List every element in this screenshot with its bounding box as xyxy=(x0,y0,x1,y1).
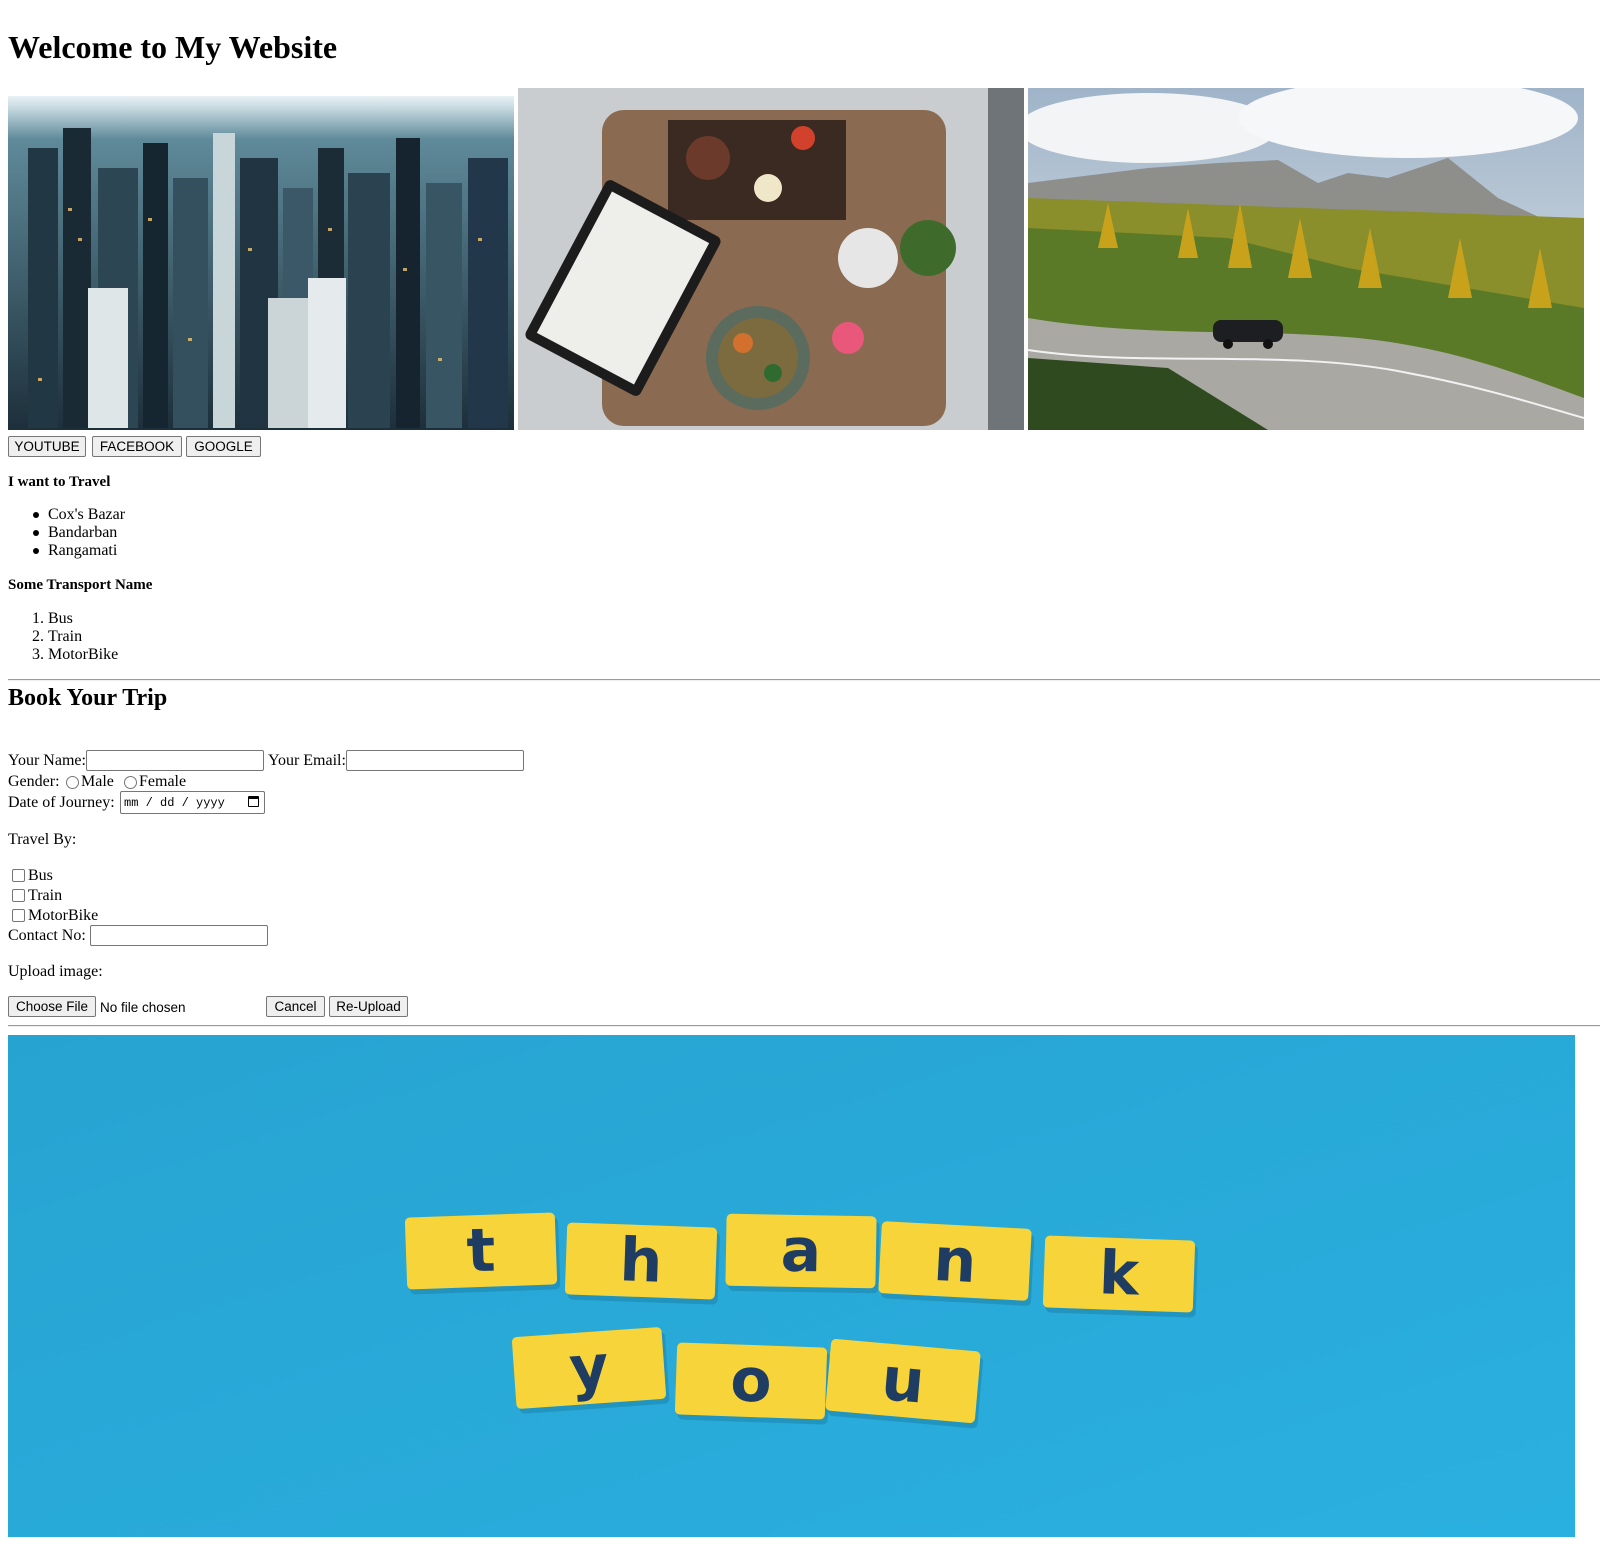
tile-letter: o xyxy=(729,1345,773,1416)
transport-number: 2. xyxy=(32,628,44,645)
travel-bus-checkbox[interactable] xyxy=(12,869,25,882)
letter-tile-1-3: n xyxy=(878,1221,1035,1306)
transport-number: 3. xyxy=(32,646,44,663)
travel-item: Bandarban xyxy=(48,524,118,541)
date-label: Date of Journey: xyxy=(8,794,115,811)
travel-motorbike-checkbox[interactable] xyxy=(12,909,25,922)
transport-item: MotorBike xyxy=(48,646,119,663)
travel-by-label: Travel By: xyxy=(8,831,77,848)
facebook-button[interactable]: FACEBOOK xyxy=(92,436,182,457)
list-bullet xyxy=(33,512,39,518)
transport-heading: Some Transport Name xyxy=(8,577,153,593)
gender-male-label: Male xyxy=(81,773,114,790)
list-bullet xyxy=(33,548,39,554)
calendar-icon[interactable] xyxy=(248,796,259,807)
reupload-button[interactable]: Re-Upload xyxy=(329,996,408,1017)
tile-letter: y xyxy=(567,1332,611,1405)
transport-number: 1. xyxy=(32,610,44,627)
city-skyline-image xyxy=(8,88,514,430)
travel-motorbike-label: MotorBike xyxy=(28,907,99,924)
page-title: Welcome to My Website xyxy=(8,29,338,65)
letter-tile-1-2: a xyxy=(725,1213,880,1294)
letter-tile-2-0: y xyxy=(512,1327,670,1414)
no-file-text: No file chosen xyxy=(100,1000,186,1015)
letter-tile-1-1: h xyxy=(564,1222,720,1305)
choose-file-button[interactable]: Choose File xyxy=(8,996,96,1017)
name-field[interactable] xyxy=(86,750,264,771)
date-field[interactable]: mm / dd / yyyy xyxy=(120,791,265,814)
tile-letter: u xyxy=(879,1344,928,1417)
gender-male-radio[interactable] xyxy=(66,776,79,789)
divider xyxy=(8,679,1600,681)
cancel-button[interactable]: Cancel xyxy=(266,996,325,1017)
upload-label: Upload image: xyxy=(8,963,103,980)
tile-letter: a xyxy=(780,1216,822,1287)
gender-female-radio[interactable] xyxy=(124,776,137,789)
travel-heading: I want to Travel xyxy=(8,474,111,490)
letter-tile-2-1: o xyxy=(674,1342,830,1425)
list-bullet xyxy=(33,530,39,536)
food-table-image xyxy=(518,88,1024,430)
travel-item: Cox's Bazar xyxy=(48,506,126,523)
tile-letter: n xyxy=(932,1225,978,1297)
letter-tile-1-0: t xyxy=(404,1212,561,1295)
email-field[interactable] xyxy=(346,750,524,771)
contact-label: Contact No: xyxy=(8,927,86,944)
tile-letter: k xyxy=(1098,1238,1142,1309)
contact-field[interactable] xyxy=(90,925,268,946)
transport-item: Train xyxy=(48,628,83,645)
letter-tile-2-2: u xyxy=(825,1339,983,1429)
email-label: Your Email: xyxy=(268,752,346,769)
travel-train-label: Train xyxy=(28,887,63,904)
tile-letter: t xyxy=(465,1216,496,1287)
youtube-button[interactable]: YOUTUBE xyxy=(8,436,86,457)
mountain-road-image xyxy=(1028,88,1584,430)
thank-you-tiles-image: t h a n k y o u xyxy=(8,1035,1575,1537)
google-button[interactable]: GOOGLE xyxy=(186,436,261,457)
gender-label: Gender: xyxy=(8,773,60,790)
transport-item: Bus xyxy=(48,610,73,627)
travel-bus-label: Bus xyxy=(28,867,53,884)
travel-train-checkbox[interactable] xyxy=(12,889,25,902)
form-heading: Book Your Trip xyxy=(8,685,168,711)
tile-letter: h xyxy=(618,1225,663,1296)
divider xyxy=(8,1025,1600,1027)
gender-female-label: Female xyxy=(139,773,187,790)
date-placeholder: mm / dd / yyyy xyxy=(124,796,225,810)
letter-tile-1-4: k xyxy=(1042,1235,1198,1318)
name-label: Your Name: xyxy=(8,752,86,769)
travel-item: Rangamati xyxy=(48,542,118,559)
